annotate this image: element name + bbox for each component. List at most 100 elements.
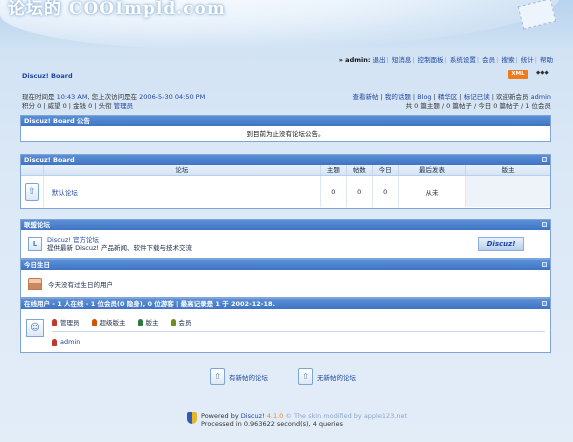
affiliate-link[interactable]: Discuz! 官方论坛 [47, 236, 99, 244]
collapse-icon[interactable] [542, 222, 547, 227]
table-row[interactable]: ⇧ 默认论坛 0 0 0 从未 [21, 176, 550, 207]
product-link[interactable]: Discuz! [241, 412, 265, 420]
page: 论坛的 COOImpld.com » admin: 退出| 短消息| 控制面板|… [0, 0, 573, 442]
link-digest[interactable]: 精华区 [438, 93, 458, 101]
forum-status-icon: ⇧ [24, 182, 39, 201]
legend-member: 会员 [170, 317, 192, 327]
forum-posts: 0 [345, 176, 372, 207]
birthday-title: 今日生日 [24, 261, 50, 269]
admin-user-icon [52, 318, 57, 326]
collapse-icon[interactable] [542, 157, 547, 162]
nav-search[interactable]: 搜索 [501, 56, 514, 64]
window-control-icons[interactable]: ◆◆◆ [536, 70, 549, 76]
user-info: 现在时间是 10:43 AM, 您上次访问是在 2006-5-30 04:50 … [22, 93, 205, 111]
discuz-logo-button[interactable]: Discuz! [478, 237, 524, 251]
new-member-link[interactable]: admin [531, 93, 551, 101]
nav-messages[interactable]: 短消息 [392, 56, 412, 64]
nav-stats[interactable]: 统计 [521, 56, 534, 64]
super-mod-user-icon [91, 318, 97, 326]
col-icon [21, 165, 43, 175]
theme-credit: © The skin modified by apple123.net [285, 412, 407, 420]
visit-time-line: 现在时间是 10:43 AM, 您上次访问是在 2006-5-30 04:50 … [22, 93, 205, 102]
nav-separator: | [444, 56, 447, 64]
affiliate-header: 联盟论坛 [21, 220, 550, 230]
col-today: 今日 [371, 165, 398, 175]
link-new-posts[interactable]: 查看新帖 [353, 93, 379, 101]
discuz-shield-icon [187, 412, 197, 424]
forum-today: 0 [371, 176, 398, 207]
nav-system-settings[interactable]: 系统设置 [450, 56, 476, 64]
online-member: admin [52, 338, 550, 346]
affiliate-text: Discuz! 官方论坛 提供最新 Discuz! 产品新闻、软件下载与技术交流 [47, 236, 478, 252]
xml-feed-badge[interactable]: XML [508, 70, 528, 79]
link-icon: L [28, 237, 42, 251]
list-item: L Discuz! 官方论坛 提供最新 Discuz! 产品新闻、软件下载与技术… [21, 230, 550, 258]
online-title: 在线用户 - 1 人在线 - 1 位会员(0 隐身), 0 位游客 | 最高记录… [24, 300, 276, 308]
no-new-posts-label: 无新帖的论坛 [317, 373, 356, 382]
link-blog[interactable]: Blog [417, 93, 431, 101]
footer-powered-line: Powered by Discuz! 4.1.0 © The skin modi… [201, 412, 407, 420]
nav-separator: | [534, 56, 537, 64]
user-group-legend: 管理员 超级版主 版主 会员 [52, 317, 550, 327]
new-posts-legend: ⇧ 有新帖的论坛 [210, 368, 268, 385]
forum-list-box: Discuz! Board 论坛 主题 帖数 今日 最后发表 版主 ⇧ 默认论坛… [20, 154, 551, 209]
current-user: » admin: [338, 56, 371, 64]
time-label: 现在时间是 [22, 93, 55, 101]
last-visit-label: , 您上次访问是在 [87, 93, 138, 101]
mod-user-icon [137, 318, 143, 326]
affiliate-description: 提供最新 Discuz! 产品新闻、软件下载与技术交流 [47, 244, 193, 252]
link-my-topics[interactable]: 我的话题 [385, 93, 411, 101]
powered-label: Powered by [201, 412, 239, 420]
nav-control-panel[interactable]: 控制面板 [418, 56, 444, 64]
top-navigation: » admin: 退出| 短消息| 控制面板| 系统设置| 会员| 搜索| 统计… [339, 54, 553, 64]
nav-separator: | [476, 56, 480, 64]
welcome-label: 欢迎新会员 [496, 93, 529, 101]
nav-logout[interactable]: 退出 [373, 56, 386, 64]
nav-separator: | [496, 56, 499, 64]
forum-link[interactable]: 默认论坛 [52, 187, 78, 197]
no-new-posts-legend: ⇧ 无新帖的论坛 [298, 368, 356, 385]
announcement-header: Discuz! Board 公告 [21, 116, 550, 126]
col-moderator: 版主 [465, 165, 550, 175]
no-new-posts-icon: ⇧ [298, 368, 313, 385]
announcement-title: Discuz! Board 公告 [24, 117, 90, 125]
stamp-graphic [517, 0, 557, 30]
forum-moderator [465, 176, 550, 207]
link-mark-read[interactable]: 标记已读 [464, 93, 490, 101]
nav-separator: | [515, 56, 518, 64]
legend-super-mod: 超级版主 [91, 317, 126, 327]
quick-links-line: 查看新帖 | 我的话题 | Blog | 精华区 | 标记已读 | 欢迎新会员 … [352, 93, 551, 101]
credits-line: 积分 0 | 威望 0 | 金钱 0 | 头衔 管理员 [22, 102, 205, 111]
current-time: 10:43 AM [56, 93, 88, 101]
birthday-text: 今天没有过生日的用户 [48, 280, 113, 289]
cake-icon [28, 277, 42, 290]
forum-topics: 0 [319, 176, 346, 207]
online-header: 在线用户 - 1 人在线 - 1 位会员(0 隐身), 0 位游客 | 最高记录… [21, 299, 550, 309]
announcement-box: Discuz! Board 公告 到目前为止没有论坛公告。 [20, 115, 551, 142]
col-topics: 主题 [319, 165, 346, 175]
divider [52, 331, 545, 332]
nav-help[interactable]: 帮助 [540, 56, 553, 64]
user-rank-title: 管理员 [113, 102, 134, 110]
legend-admin: 管理员 [52, 317, 80, 327]
nav-members[interactable]: 会员 [482, 56, 495, 64]
header-banner: 论坛的 COOImpld.com [0, 0, 573, 48]
forum-last-post: 从未 [397, 176, 466, 207]
new-posts-label: 有新帖的论坛 [229, 373, 268, 382]
forum-title-link[interactable]: Discuz! Board [22, 72, 73, 80]
online-member-link[interactable]: admin [60, 338, 80, 346]
forum-list-header: Discuz! Board [21, 155, 550, 165]
forum-name-cell: 默认论坛 [42, 176, 320, 207]
col-posts: 帖数 [345, 165, 372, 175]
site-logo[interactable]: 论坛的 COOImpld.com [8, 0, 226, 19]
processed-info: Processed in 0.963622 second(s), 4 queri… [201, 420, 344, 428]
admin-user-icon [52, 338, 57, 346]
collapse-icon[interactable] [542, 301, 547, 306]
credits-text: 积分 0 | 威望 0 | 金钱 0 | 头衔 [22, 102, 112, 110]
forum-stats: 共 0 篇主题 / 0 篇帖子 / 今日 0 篇帖子 / 1 位会员 [405, 102, 551, 110]
collapse-icon[interactable] [542, 262, 547, 267]
forum-table-header: 论坛 主题 帖数 今日 最后发表 版主 [21, 165, 550, 176]
col-forum: 论坛 [42, 165, 320, 175]
col-last-post: 最后发表 [397, 165, 466, 175]
new-posts-icon: ⇧ [210, 368, 225, 385]
